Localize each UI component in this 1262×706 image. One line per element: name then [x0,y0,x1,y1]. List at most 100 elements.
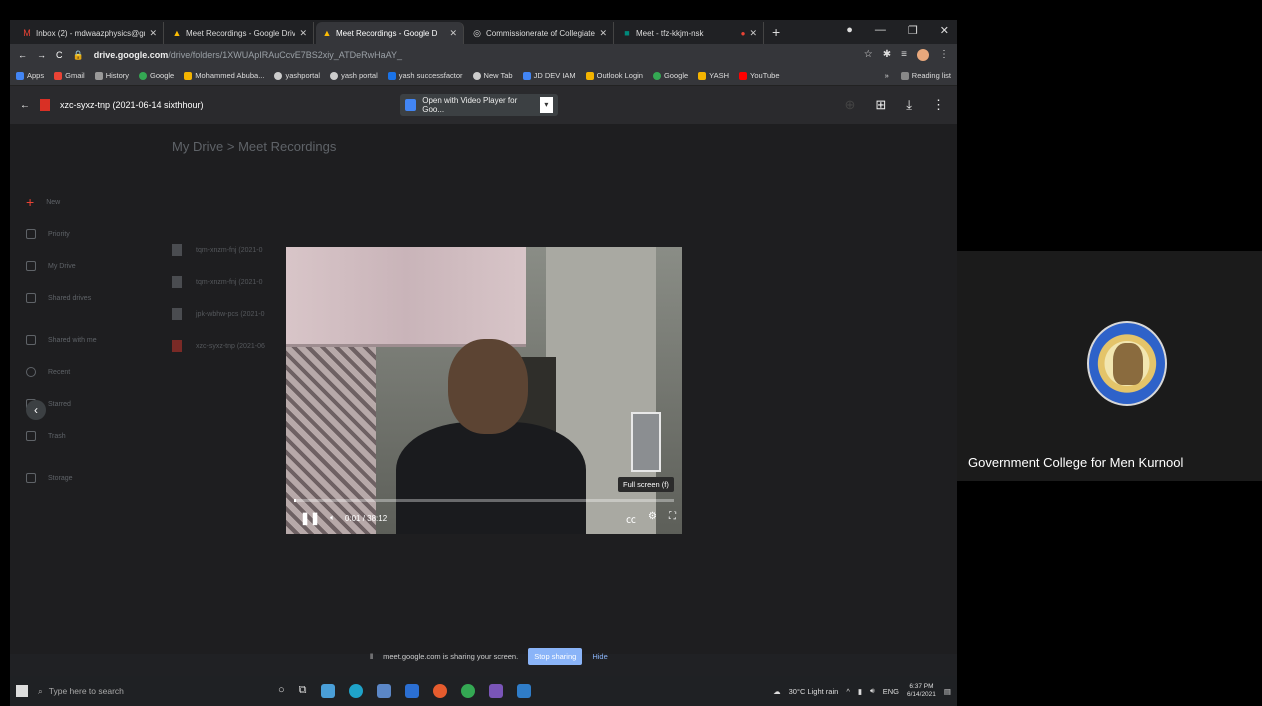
weather-text[interactable]: 30°C Light rain [789,687,839,696]
weather-icon: ☁ [773,686,781,696]
store-icon[interactable] [404,684,419,698]
captions-icon[interactable]: ㏄ [626,511,636,526]
maximize-button[interactable]: ❐ [908,24,918,37]
bookmark-gmail[interactable]: Gmail [54,71,85,80]
sidebar-item-shared-drives[interactable]: Shared drives [10,282,160,314]
add-shortcut-icon[interactable]: ⊕ [844,97,855,113]
chevron-down-icon[interactable]: ▾ [539,97,553,113]
download-icon[interactable]: ⤓ [906,97,912,113]
sidebar-item-priority[interactable]: Priority [10,218,160,250]
bookmark-google-2[interactable]: Google [652,71,688,80]
back-arrow-icon[interactable]: ← [20,100,30,111]
app-icon[interactable] [488,684,503,698]
network-icon[interactable]: ▮ [858,687,862,696]
volume-tray-icon[interactable]: 🔊︎ [870,686,875,696]
close-icon[interactable]: ✕ [299,28,307,39]
explorer-icon[interactable] [376,684,391,698]
bookmark-label: Gmail [65,71,85,80]
minimize-button[interactable]: — [875,24,886,37]
chevron-left-icon[interactable]: ‹ [26,400,46,420]
video-curtain-pattern [286,347,376,534]
sidebar-label: Priority [48,230,70,238]
bookmark-yash[interactable]: YASH [698,71,729,80]
stop-sharing-button[interactable]: Stop sharing [528,647,583,665]
hide-button[interactable]: Hide [592,652,607,661]
meet-stage: M Inbox (2) - mdwaazphysics@gm ✕ ▲ Meet … [0,0,1262,706]
tab-meet-recordings-1[interactable]: ▲ Meet Recordings - Google Drive ✕ [166,22,314,44]
task-view-icon[interactable]: ⧉ [299,684,307,698]
screen-share-bar: ‖ meet.google.com is sharing your screen… [370,646,608,666]
recording-dot-icon: ● [740,28,746,38]
close-icon[interactable]: ✕ [749,28,757,39]
chrome-icon[interactable] [460,684,475,698]
sidebar-item-my-drive[interactable]: My Drive [10,250,160,282]
star-icon[interactable]: ☆ [864,49,873,61]
close-icon[interactable]: ✕ [149,28,157,39]
close-window-button[interactable]: ✕ [940,24,949,37]
pause-icon[interactable]: ❚❚ [300,511,320,525]
bookmark-yash-portal[interactable]: yash portal [330,71,378,80]
open-with-label: Open with Video Player for Goo... [422,96,518,114]
cortana-icon[interactable]: ○ [278,684,285,698]
notifications-icon[interactable]: ▤ [944,687,951,696]
bookmark-yashportal[interactable]: yashportal [274,71,320,80]
menu-icon[interactable]: ⋮ [939,49,949,61]
windows-start-icon[interactable] [16,685,28,697]
app-icon[interactable] [432,684,447,698]
bookmark-new-tab[interactable]: New Tab [472,71,513,80]
gear-icon[interactable]: ⚙ [648,511,657,526]
profile-dot-icon[interactable]: ● [846,24,853,37]
close-icon[interactable]: ✕ [599,28,607,39]
bookmark-jd-dev[interactable]: JD DEV IAM [522,71,576,80]
taskbar-search[interactable]: ⌕ Type here to search [38,686,268,697]
clock[interactable]: 6:37 PM 6/14/2021 [907,683,936,699]
bookmark-apps[interactable]: Apps [16,71,44,80]
language-indicator[interactable]: ENG [883,687,899,696]
more-actions-icon[interactable]: ⋮ [932,97,945,113]
forward-icon[interactable]: → [37,50,46,60]
fullscreen-tooltip: Full screen (f) [618,477,674,492]
bookmark-mohammed[interactable]: Mohammed Abuba... [184,71,264,80]
sidebar-item-recent[interactable]: Recent [10,356,160,388]
bookmark-outlook[interactable]: Outlook Login [585,71,643,80]
url-field[interactable]: drive.google.com/drive/folders/1XWUApIRA… [94,50,402,60]
tab-meet-recordings-2[interactable]: ▲ Meet Recordings - Google D ✕ [316,22,464,44]
back-icon[interactable]: ← [18,50,27,60]
fullscreen-icon[interactable]: ⛶ [669,511,676,526]
reading-list-icon [900,71,909,80]
video-progress-bar[interactable] [294,499,674,502]
chevron-up-icon[interactable]: ^ [846,687,850,696]
sidebar-item-storage[interactable]: Storage [10,462,160,494]
volume-icon[interactable]: 🔈︎ [330,513,335,523]
sidebar-item-shared-with-me[interactable]: Shared with me [10,324,160,356]
bookmark-label: Mohammed Abuba... [195,71,265,80]
sidebar-item-trash[interactable]: Trash [10,420,160,452]
video-file-icon [40,99,50,111]
close-icon[interactable]: ✕ [449,28,457,39]
new-tab-button[interactable]: + [772,24,780,40]
mail-app-icon[interactable] [516,684,531,698]
youtube-icon [739,71,748,80]
bookmark-history[interactable]: History [94,71,129,80]
participant-name: Government College for Men Kurnool [968,455,1184,470]
avatar[interactable] [917,49,929,61]
sidebar-item-new[interactable]: + New [10,186,160,218]
bookmark-successfactor[interactable]: yash successfactor [387,71,463,80]
tab-inbox[interactable]: M Inbox (2) - mdwaazphysics@gm ✕ [16,22,164,44]
tab-meet[interactable]: ■ Meet - tfz-kkjm-nsk ● ✕ [616,22,764,44]
bookmark-youtube[interactable]: YouTube [739,71,780,80]
extensions-icon[interactable]: ✱ [883,49,891,61]
tab-commissionerate[interactable]: ◎ Commissionerate of Collegiate E ✕ [466,22,614,44]
bookmark-google[interactable]: Google [139,71,174,80]
bookmark-label: JD DEV IAM [533,71,576,80]
reload-icon[interactable]: C [56,50,63,60]
add-to-drive-icon[interactable]: ⊞ [875,97,886,113]
edge-icon[interactable] [348,684,363,698]
reading-list-button[interactable]: Reading list [900,71,951,80]
video-player[interactable]: Full screen (f) ❚❚ 🔈︎ 0:01 / 38:12 ㏄ ⚙ ⛶ [286,247,682,534]
mail-icon[interactable] [320,684,335,698]
bookmark-label: yash successfactor [398,71,463,80]
more-bookmarks-icon[interactable]: » [885,71,889,80]
media-icon[interactable]: ≡ [901,49,907,61]
open-with-button[interactable]: Open with Video Player for Goo... ▾ [400,94,558,116]
